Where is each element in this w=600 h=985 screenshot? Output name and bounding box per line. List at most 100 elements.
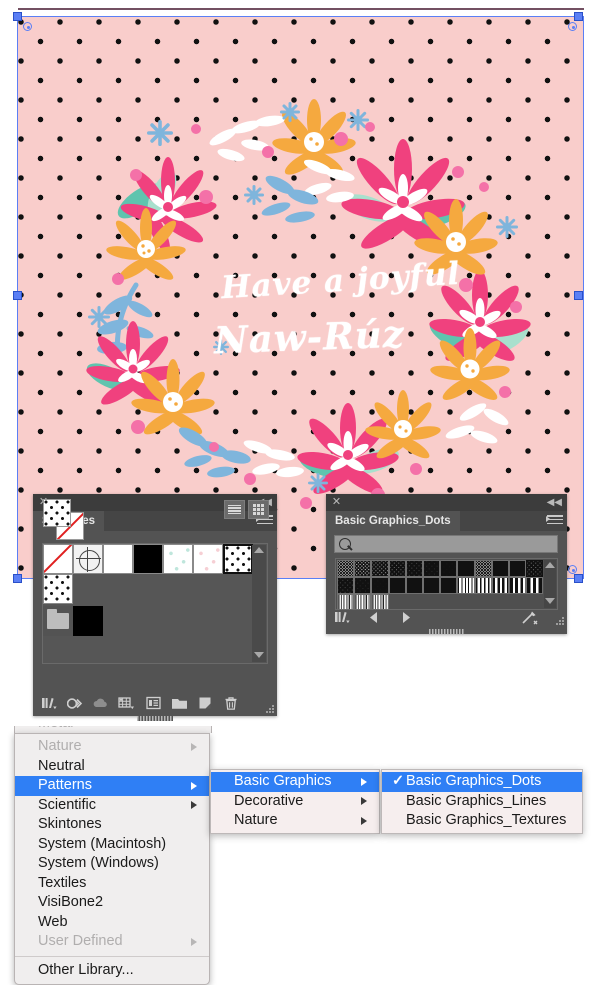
library-swatch-grid[interactable] bbox=[337, 560, 544, 609]
menu-item-other-library[interactable]: Other Library... bbox=[15, 961, 209, 981]
scroll-down-arrow[interactable] bbox=[254, 652, 264, 658]
menu-item-system-macintosh[interactable]: System (Macintosh) bbox=[15, 835, 209, 855]
submenu-item-nature[interactable]: Nature bbox=[211, 811, 379, 831]
color-group-folder[interactable] bbox=[43, 606, 73, 636]
list-view-button[interactable] bbox=[224, 500, 245, 519]
library-swatch[interactable] bbox=[388, 577, 406, 595]
library-swatch[interactable] bbox=[457, 560, 475, 578]
library-swatch[interactable] bbox=[422, 560, 441, 578]
library-swatch[interactable] bbox=[474, 560, 492, 578]
grid-view-button[interactable] bbox=[248, 500, 269, 519]
swatch-options-icon[interactable] bbox=[143, 693, 163, 713]
library-swatch[interactable] bbox=[388, 560, 406, 578]
library-swatch[interactable] bbox=[422, 577, 441, 595]
menu-item-nature[interactable]: Nature bbox=[15, 737, 209, 757]
color-group-black-swatch[interactable] bbox=[73, 606, 103, 636]
submenu-item-basic-graphics[interactable]: Basic Graphics bbox=[211, 772, 379, 792]
library-scrollbar[interactable] bbox=[544, 560, 556, 608]
new-swatch-icon[interactable] bbox=[195, 693, 215, 713]
fill-stroke-indicator[interactable] bbox=[43, 499, 87, 540]
swatch-libraries-icon[interactable] bbox=[332, 607, 352, 627]
menu-item-scientific[interactable]: Scientific bbox=[15, 796, 209, 816]
swatch-basic-graphics-dots-selected[interactable] bbox=[223, 544, 253, 574]
library-swatch[interactable] bbox=[371, 560, 389, 578]
submenu-item-basic-graphics-textures[interactable]: Basic Graphics_Textures bbox=[382, 811, 582, 831]
library-search-field[interactable] bbox=[334, 535, 558, 553]
submenu-item-basic-graphics-dots[interactable]: ✓ Basic Graphics_Dots bbox=[382, 772, 582, 792]
tab-basic-graphics-dots[interactable]: Basic Graphics_Dots bbox=[326, 511, 460, 531]
swatch-none[interactable] bbox=[43, 544, 73, 574]
selection-handle-bottom-right[interactable] bbox=[574, 574, 583, 583]
swatch-green-dot-pattern[interactable] bbox=[163, 544, 193, 574]
menu-item-user-defined[interactable]: User Defined bbox=[15, 932, 209, 952]
library-swatch[interactable] bbox=[526, 560, 544, 578]
library-panel-titlebar[interactable]: ✕ ◀◀ bbox=[326, 494, 567, 511]
library-swatch[interactable] bbox=[405, 560, 423, 578]
menu-item-system-windows[interactable]: System (Windows) bbox=[15, 854, 209, 874]
library-swatch[interactable] bbox=[354, 577, 372, 595]
swatch-view-buttons[interactable] bbox=[224, 500, 269, 519]
add-to-swatches-icon[interactable] bbox=[519, 607, 539, 627]
scroll-down-arrow[interactable] bbox=[545, 598, 555, 604]
swatches-grid-container[interactable] bbox=[42, 543, 268, 664]
patterns-submenu[interactable]: Basic Graphics Decorative Nature bbox=[210, 769, 380, 834]
show-swatch-kinds-icon[interactable] bbox=[65, 693, 85, 713]
library-swatch[interactable] bbox=[371, 577, 389, 595]
library-swatch[interactable] bbox=[457, 577, 475, 595]
next-library-icon[interactable] bbox=[396, 607, 416, 627]
swatch-libraries-icon[interactable] bbox=[39, 693, 59, 713]
libraries-cloud-icon[interactable] bbox=[91, 693, 111, 713]
selection-handle-middle-right[interactable] bbox=[574, 291, 583, 300]
anchor-point-bottom-right[interactable] bbox=[568, 565, 577, 574]
delete-swatch-icon[interactable] bbox=[221, 693, 241, 713]
selection-handle-middle-left[interactable] bbox=[13, 291, 22, 300]
menu-item-skintones[interactable]: Skintones bbox=[15, 815, 209, 835]
scroll-up-arrow[interactable] bbox=[254, 547, 264, 553]
search-input[interactable] bbox=[357, 537, 557, 553]
menu-item-neutral[interactable]: Neutral bbox=[15, 757, 209, 777]
library-swatch[interactable] bbox=[508, 577, 527, 595]
selection-handle-top-left[interactable] bbox=[13, 12, 22, 21]
previous-library-icon[interactable] bbox=[364, 607, 384, 627]
library-swatch[interactable] bbox=[508, 560, 527, 578]
swatch-pink-dot-pattern[interactable] bbox=[193, 544, 223, 574]
library-swatch[interactable] bbox=[491, 560, 509, 578]
submenu-item-basic-graphics-lines[interactable]: Basic Graphics_Lines bbox=[382, 792, 582, 812]
new-color-group-icon[interactable] bbox=[169, 693, 189, 713]
basic-graphics-submenu[interactable]: ✓ Basic Graphics_Dots Basic Graphics_Line… bbox=[381, 769, 583, 834]
menu-item-web[interactable]: Web bbox=[15, 913, 209, 933]
library-swatch[interactable] bbox=[440, 560, 458, 578]
swatches-panel-footer[interactable] bbox=[33, 690, 277, 716]
menu-item-visibone2[interactable]: VisiBone2 bbox=[15, 893, 209, 913]
library-panel-footer[interactable] bbox=[326, 606, 567, 628]
scroll-up-arrow[interactable] bbox=[545, 562, 555, 568]
close-icon[interactable]: ✕ bbox=[331, 497, 342, 508]
submenu-item-decorative[interactable]: Decorative bbox=[211, 792, 379, 812]
selection-handle-top-right[interactable] bbox=[574, 12, 583, 21]
library-swatch[interactable] bbox=[405, 577, 423, 595]
panel-resize-grip[interactable] bbox=[265, 704, 274, 713]
library-swatch[interactable] bbox=[474, 577, 492, 595]
anchor-point-top-right[interactable] bbox=[568, 22, 577, 31]
library-swatch-grid-container[interactable]: 6 dpi 20% bbox=[335, 558, 558, 610]
selection-handle-bottom-left[interactable] bbox=[13, 574, 22, 583]
color-group-row[interactable] bbox=[43, 606, 103, 636]
swatch-dots-pattern[interactable] bbox=[43, 574, 73, 604]
panel-drag-grip[interactable] bbox=[137, 716, 173, 721]
panel-menu-icon[interactable] bbox=[546, 515, 563, 527]
swatch-black[interactable] bbox=[133, 544, 163, 574]
swatch-white[interactable] bbox=[103, 544, 133, 574]
menu-item-patterns[interactable]: Patterns bbox=[15, 776, 209, 796]
fill-swatch[interactable] bbox=[43, 499, 71, 527]
library-swatch[interactable] bbox=[354, 560, 372, 578]
collapse-panel-icon[interactable]: ◀◀ bbox=[547, 497, 562, 508]
swatch-registration[interactable] bbox=[73, 544, 103, 574]
swatch-options-grid-icon[interactable] bbox=[117, 693, 137, 713]
panel-resize-grip[interactable] bbox=[555, 616, 564, 625]
swatch-libraries-menu[interactable]: Nature Neutral Patterns Scientific Skint… bbox=[14, 733, 210, 985]
library-swatch[interactable] bbox=[337, 577, 355, 595]
swatch-library-panel[interactable]: ✕ ◀◀ Basic Graphics_Dots 6 dpi 20% bbox=[326, 494, 567, 634]
library-swatch[interactable] bbox=[337, 560, 355, 578]
swatches-grid[interactable] bbox=[43, 544, 253, 604]
library-swatch[interactable] bbox=[526, 577, 544, 595]
